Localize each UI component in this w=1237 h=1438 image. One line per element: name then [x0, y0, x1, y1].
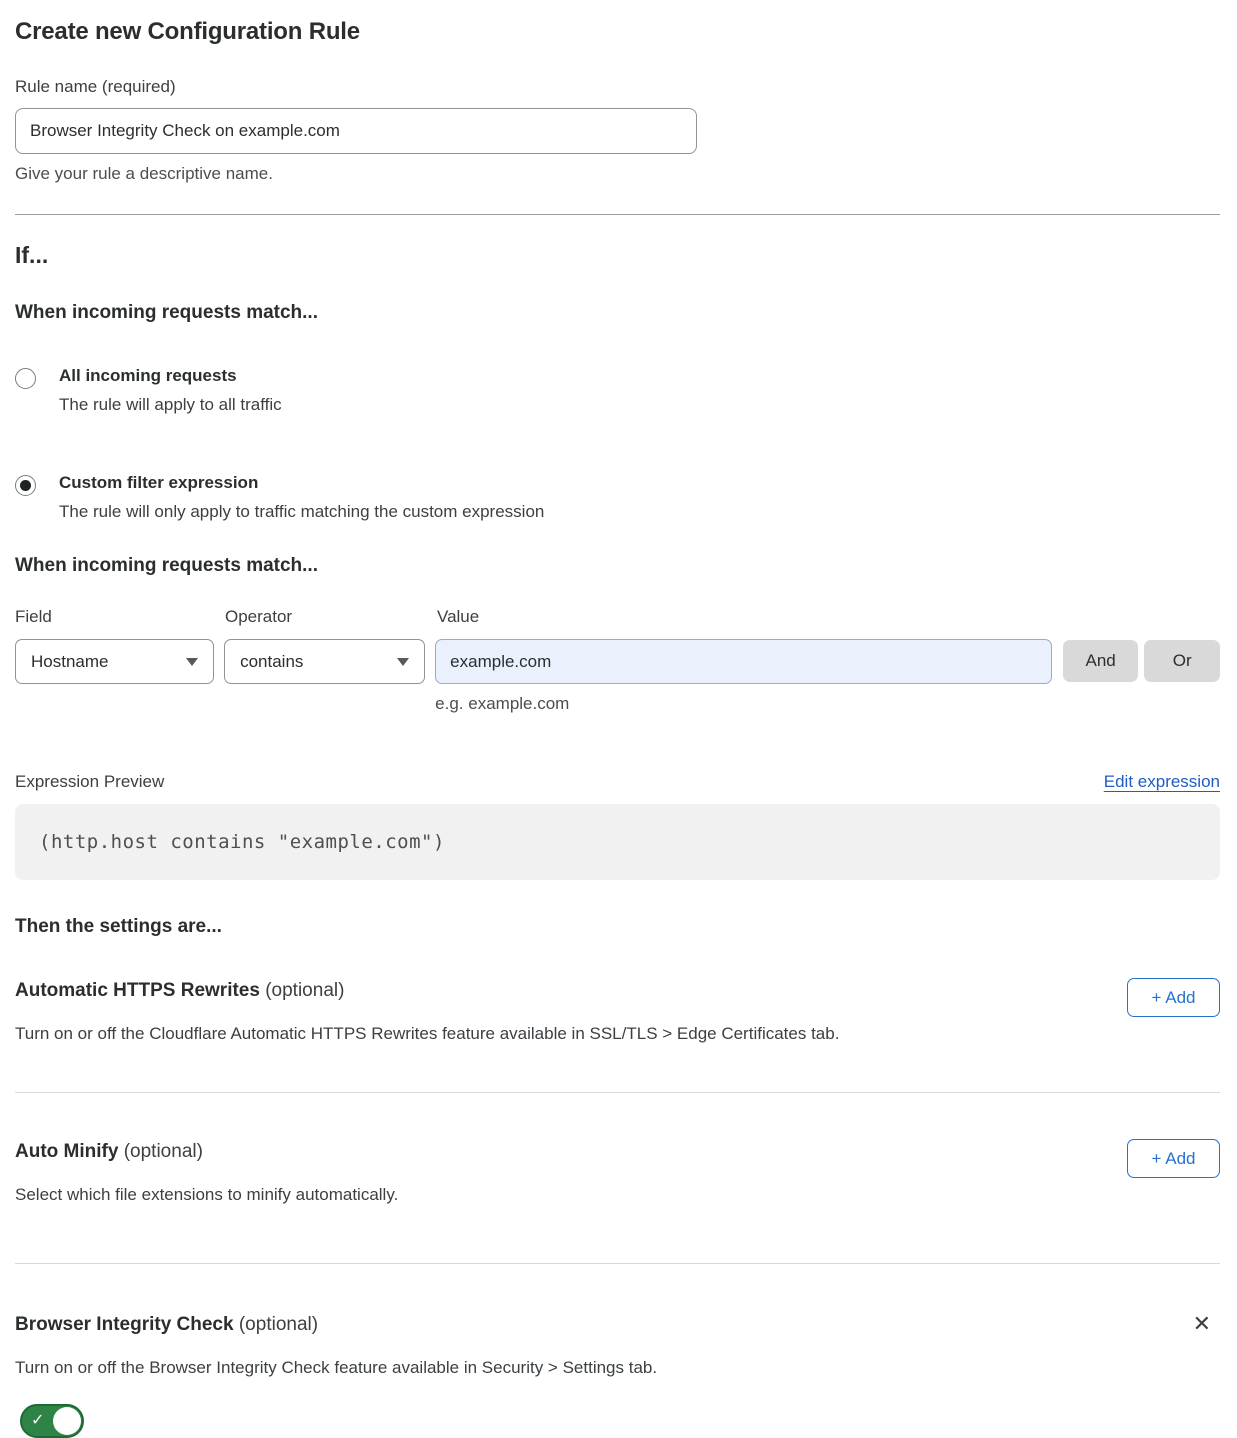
radio-option-custom-filter[interactable]: Custom filter expression The rule will o…	[15, 473, 1220, 522]
radio-selected-icon[interactable]	[15, 475, 36, 496]
radio-option-label: Custom filter expression	[59, 473, 544, 493]
setting-divider	[15, 1092, 1220, 1093]
filter-builder-row: Hostname contains e.g. example.com And O…	[15, 639, 1220, 714]
field-select[interactable]: Hostname	[15, 639, 214, 684]
page-title: Create new Configuration Rule	[15, 18, 1220, 46]
value-helper: e.g. example.com	[435, 694, 1052, 714]
radio-option-description: The rule will apply to all traffic	[59, 395, 282, 415]
setting-divider	[15, 1263, 1220, 1264]
setting-automatic-https-rewrites: Automatic HTTPS Rewrites (optional) Turn…	[15, 980, 1220, 1092]
check-icon: ✓	[31, 1413, 44, 1429]
radio-option-label: All incoming requests	[59, 366, 282, 386]
setting-description: Turn on or off the Cloudflare Automatic …	[15, 1024, 839, 1044]
match-heading: When incoming requests match...	[15, 302, 1220, 324]
expression-preview-box: (http.host contains "example.com")	[15, 804, 1220, 880]
value-input[interactable]	[435, 639, 1052, 684]
radio-unselected-icon[interactable]	[15, 368, 36, 389]
radio-option-description: The rule will only apply to traffic matc…	[59, 502, 544, 522]
create-configuration-rule-form: Create new Configuration Rule Rule name …	[0, 0, 1237, 1438]
radio-option-all-incoming[interactable]: All incoming requests The rule will appl…	[15, 366, 1220, 415]
section-divider	[15, 214, 1220, 215]
rule-name-label: Rule name (required)	[15, 77, 1220, 97]
setting-optional-tag: (optional)	[265, 980, 344, 1001]
add-automatic-https-rewrites-button[interactable]: + Add	[1127, 978, 1220, 1017]
chevron-down-icon	[397, 658, 409, 666]
setting-title: Automatic HTTPS Rewrites	[15, 980, 260, 1001]
settings-heading: Then the settings are...	[15, 916, 1220, 938]
edit-expression-link[interactable]: Edit expression	[1104, 772, 1220, 792]
setting-optional-tag: (optional)	[124, 1141, 203, 1162]
setting-browser-integrity-check: Browser Integrity Check (optional) ✕ Tur…	[15, 1314, 1220, 1438]
builder-heading: When incoming requests match...	[15, 555, 1220, 577]
browser-integrity-check-toggle[interactable]: ✓	[20, 1404, 84, 1438]
rule-name-helper: Give your rule a descriptive name.	[15, 164, 1220, 184]
chevron-down-icon	[186, 658, 198, 666]
field-label: Field	[15, 607, 225, 627]
rule-name-input[interactable]	[15, 108, 697, 154]
setting-auto-minify: Auto Minify (optional) Select which file…	[15, 1141, 1220, 1263]
operator-select[interactable]: contains	[224, 639, 425, 684]
expression-preview-label: Expression Preview	[15, 772, 164, 792]
setting-description: Select which file extensions to minify a…	[15, 1185, 398, 1205]
operator-select-value: contains	[240, 652, 303, 672]
setting-description: Turn on or off the Browser Integrity Che…	[15, 1358, 1220, 1378]
if-heading: If...	[15, 242, 1220, 269]
close-icon[interactable]: ✕	[1193, 1314, 1211, 1336]
and-button[interactable]: And	[1063, 640, 1139, 682]
toggle-knob	[53, 1407, 81, 1435]
or-button[interactable]: Or	[1144, 640, 1220, 682]
expression-preview-code: (http.host contains "example.com")	[39, 831, 445, 853]
operator-label: Operator	[225, 607, 437, 627]
add-auto-minify-button[interactable]: + Add	[1127, 1139, 1220, 1178]
setting-optional-tag: (optional)	[239, 1314, 318, 1335]
value-label: Value	[437, 607, 479, 627]
builder-column-labels: Field Operator Value	[15, 607, 1220, 627]
setting-title: Auto Minify	[15, 1141, 118, 1162]
setting-title: Browser Integrity Check	[15, 1314, 234, 1335]
field-select-value: Hostname	[31, 652, 108, 672]
